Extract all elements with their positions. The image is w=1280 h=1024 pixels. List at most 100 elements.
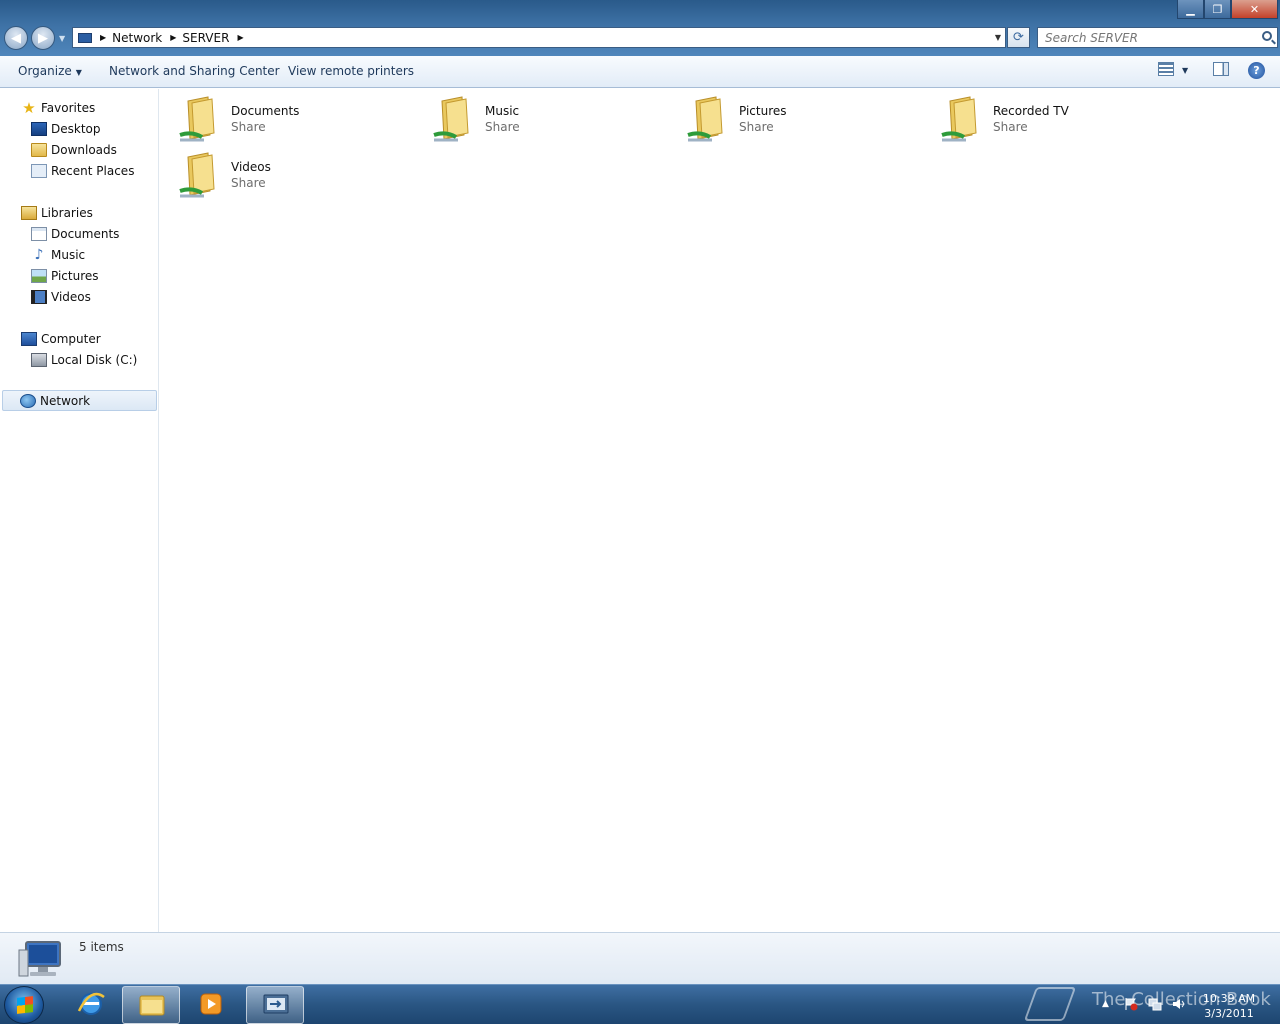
watermark-logo: [1023, 987, 1077, 1021]
nav-label: Local Disk (C:): [51, 352, 138, 367]
share-music[interactable]: Music Share: [414, 89, 664, 142]
nav-recent-places[interactable]: Recent Places: [0, 160, 159, 181]
nav-label: Music: [51, 247, 86, 262]
pictures-icon: [31, 268, 47, 283]
share-pictures[interactable]: Pictures Share: [668, 89, 918, 142]
recent-places-icon: [31, 163, 47, 178]
share-name: Recorded TV: [993, 104, 1069, 118]
breadcrumb-network[interactable]: Network: [112, 31, 162, 45]
share-type: Share: [993, 120, 1028, 134]
close-button[interactable]: ✕: [1231, 0, 1278, 19]
shared-folder-icon: [179, 152, 215, 198]
nav-downloads[interactable]: Downloads: [0, 139, 159, 160]
nav-pictures[interactable]: Pictures: [0, 265, 159, 286]
nav-label: Pictures: [51, 268, 99, 283]
change-view-button[interactable]: [1158, 62, 1174, 76]
share-name: Documents: [231, 104, 300, 118]
share-type: Share: [739, 120, 774, 134]
navigation-pane: ★ Favorites Desktop Downloads Recent Pla…: [0, 89, 159, 932]
chevron-right-icon[interactable]: ▶: [237, 33, 243, 42]
network-status-icon[interactable]: [1148, 997, 1162, 1011]
nav-label: Documents: [51, 226, 120, 241]
window-controls: ▁ ❐ ✕: [1177, 0, 1278, 19]
nav-label: Videos: [51, 289, 91, 304]
nav-local-disk[interactable]: Local Disk (C:): [0, 349, 159, 370]
address-dropdown-icon[interactable]: ▼: [995, 33, 1001, 42]
recent-pages-dropdown[interactable]: ▼: [59, 34, 65, 43]
nav-libraries[interactable]: Libraries: [0, 202, 159, 223]
share-name: Videos: [231, 160, 271, 174]
nav-music[interactable]: ♪ Music: [0, 244, 159, 265]
chevron-right-icon[interactable]: ▶: [100, 33, 106, 42]
music-note-icon: ♪: [34, 246, 44, 263]
forward-button[interactable]: ▶: [31, 26, 55, 50]
nav-label: Recent Places: [51, 163, 135, 178]
view-remote-printers-button[interactable]: View remote printers: [288, 64, 414, 78]
share-type: Share: [485, 120, 520, 134]
nav-favorites[interactable]: ★ Favorites: [0, 97, 159, 118]
share-name: Music: [485, 104, 520, 118]
view-icon: [1158, 62, 1174, 76]
network-sharing-center-button[interactable]: Network and Sharing Center: [109, 64, 280, 78]
shared-folder-icon: [179, 96, 215, 142]
taskbar-remote-desktop[interactable]: [246, 986, 304, 1024]
nav-label: Desktop: [51, 121, 101, 136]
preview-pane-icon: [1213, 62, 1229, 76]
taskbar-internet-explorer[interactable]: [62, 986, 120, 1024]
shared-folder-icon: [687, 96, 723, 142]
organize-label: Organize: [18, 64, 72, 78]
organize-button[interactable]: Organize ▼: [18, 64, 82, 78]
nav-computer[interactable]: Computer: [0, 328, 159, 349]
clock[interactable]: 10:39 AM 3/3/2011: [1196, 991, 1262, 1021]
server-computer-icon: [18, 941, 61, 977]
share-documents[interactable]: Documents Share: [160, 89, 410, 142]
desktop-icon: [31, 121, 47, 136]
nav-desktop[interactable]: Desktop: [0, 118, 159, 139]
start-button[interactable]: [4, 986, 44, 1024]
share-videos[interactable]: Videos Share: [160, 145, 410, 198]
item-count: 5 items: [79, 940, 124, 954]
nav-videos[interactable]: Videos: [0, 286, 159, 307]
libraries-icon: [21, 205, 37, 220]
address-bar[interactable]: ▶ Network ▶ SERVER ▶ ▼: [72, 27, 1006, 48]
share-name: Pictures: [739, 104, 787, 118]
share-recorded-tv[interactable]: Recorded TV Share: [922, 89, 1172, 142]
computer-icon: [78, 32, 92, 43]
back-button[interactable]: ◀: [4, 26, 28, 50]
nav-label: Computer: [41, 331, 101, 346]
help-button[interactable]: ?: [1248, 62, 1265, 79]
command-bar: Organize ▼ Network and Sharing Center Vie…: [0, 56, 1280, 88]
nav-group-favorites: ★ Favorites Desktop Downloads Recent Pla…: [0, 97, 159, 181]
nav-network[interactable]: Network: [2, 390, 157, 411]
search-input[interactable]: [1038, 28, 1277, 47]
windows-logo-icon: [17, 996, 33, 1014]
film-icon: [31, 289, 47, 304]
breadcrumb-server[interactable]: SERVER: [182, 31, 229, 45]
share-type: Share: [231, 176, 266, 190]
action-center-icon[interactable]: [1124, 997, 1138, 1011]
title-bar: ▁ ❐ ✕ ◀ ▶ ▼ ▶ Network ▶ SERVER ▶ ▼ ⟳: [0, 0, 1280, 56]
refresh-button[interactable]: ⟳: [1007, 27, 1030, 48]
search-box[interactable]: [1037, 27, 1278, 48]
chevron-right-icon[interactable]: ▶: [170, 33, 176, 42]
clock-date: 3/3/2011: [1204, 1007, 1254, 1020]
nav-label: Libraries: [41, 205, 93, 220]
show-hidden-icons-button[interactable]: ▲: [1102, 999, 1116, 1013]
volume-icon[interactable]: [1172, 997, 1186, 1011]
share-type: Share: [231, 120, 266, 134]
network-icon: [20, 393, 36, 408]
file-list: Documents Share Music Share Pictures Sha…: [160, 89, 1280, 932]
search-icon[interactable]: [1262, 31, 1272, 41]
view-dropdown-icon[interactable]: ▼: [1182, 66, 1188, 75]
computer-icon: [21, 331, 37, 346]
minimize-button[interactable]: ▁: [1177, 0, 1204, 19]
clock-time: 10:39 AM: [1202, 992, 1256, 1005]
maximize-button[interactable]: ❐: [1204, 0, 1231, 19]
folder-icon: [139, 995, 165, 1016]
taskbar-media-player[interactable]: [182, 986, 240, 1024]
media-player-icon: [200, 993, 222, 1015]
nav-documents[interactable]: Documents: [0, 223, 159, 244]
preview-pane-button[interactable]: [1213, 62, 1229, 76]
star-icon: ★: [22, 98, 36, 117]
taskbar-windows-explorer[interactable]: [122, 986, 180, 1024]
